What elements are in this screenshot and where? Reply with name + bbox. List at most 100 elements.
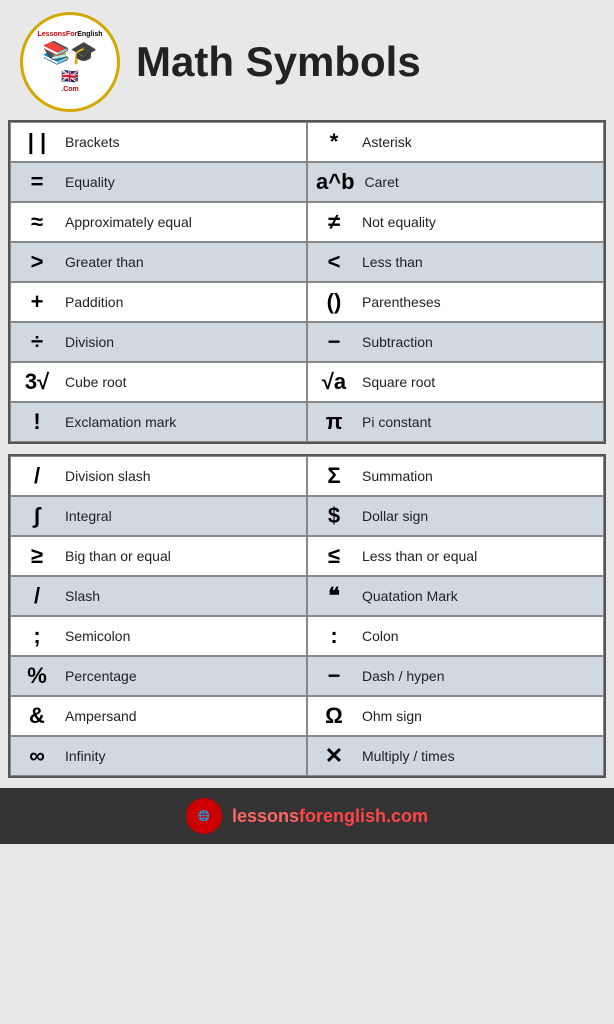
cell-symbol: > — [19, 249, 55, 275]
table-row: : Colon — [307, 616, 604, 656]
cell-label: Pi constant — [362, 413, 431, 431]
table-section-2: / Division slash Σ Summation ∫Integral$Dolla… — [8, 454, 606, 778]
cell-label: Quatation Mark — [362, 587, 458, 605]
cell-label: Division — [65, 333, 114, 351]
table-row: > Greater than — [10, 242, 307, 282]
table-row: Ω Ohm sign — [307, 696, 604, 736]
cell-label: Ampersand — [65, 707, 137, 725]
cell-symbol: < — [316, 249, 352, 275]
table-row: ❝Quatation Mark — [307, 576, 604, 616]
table-row: ; Semicolon — [10, 616, 307, 656]
cell-label: Brackets — [65, 133, 119, 151]
footer-url-suffix: forenglish.com — [299, 806, 428, 826]
table-row: −Dash / hypen — [307, 656, 604, 696]
table-row: ! Exclamation mark — [10, 402, 307, 442]
cell-label: Big than or equal — [65, 547, 171, 565]
cell-symbol: : — [316, 623, 352, 649]
cell-symbol: / — [19, 583, 55, 609]
logo-books-icon: 📚🎓 — [38, 39, 103, 68]
cell-label: Paddition — [65, 293, 123, 311]
table-row: < Less than — [307, 242, 604, 282]
cell-symbol: ≥ — [19, 543, 55, 569]
cell-symbol: − — [316, 329, 352, 355]
table-row: + Paddition — [10, 282, 307, 322]
cell-symbol: = — [19, 169, 55, 195]
table-row: / Slash — [10, 576, 307, 616]
cell-symbol: ; — [19, 623, 55, 649]
table-row: * Asterisk — [307, 122, 604, 162]
cell-label: Approximately equal — [65, 213, 192, 231]
cell-label: Cube root — [65, 373, 126, 391]
table-row: $Dollar sign — [307, 496, 604, 536]
cell-label: Subtraction — [362, 333, 433, 351]
table-row: ✕Multiply / times — [307, 736, 604, 776]
cell-symbol: ✕ — [316, 743, 352, 769]
footer-logo-icon: 🌐 — [198, 811, 210, 822]
table-row: | | Brackets — [10, 122, 307, 162]
table-row: ≈ Approximately equal — [10, 202, 307, 242]
table-row: √a Square root — [307, 362, 604, 402]
cell-label: Dash / hypen — [362, 667, 445, 685]
cell-label: Ohm sign — [362, 707, 422, 725]
cell-symbol: * — [316, 129, 352, 155]
cell-symbol: √a — [316, 369, 352, 395]
cell-symbol: & — [19, 703, 55, 729]
table-row: ≥ Big than or equal — [10, 536, 307, 576]
cell-symbol: ÷ — [19, 329, 55, 355]
table-row: ≤ Less than or equal — [307, 536, 604, 576]
cell-label: Dollar sign — [362, 507, 428, 525]
table-row: / Division slash — [10, 456, 307, 496]
logo: LessonsForEnglish 📚🎓 🇬🇧 .Com — [20, 12, 120, 112]
cell-symbol: () — [316, 289, 352, 315]
cell-symbol: ≤ — [316, 543, 352, 569]
logo-arc-bottom: .Com — [38, 85, 103, 94]
cell-label: Less than or equal — [362, 547, 477, 565]
page-title: Math Symbols — [136, 38, 421, 86]
cell-label: Slash — [65, 587, 100, 605]
cell-label: Division slash — [65, 467, 151, 485]
cell-label: Square root — [362, 373, 435, 391]
cell-label: Colon — [362, 627, 399, 645]
footer-url-prefix: lessons — [232, 806, 299, 826]
cell-label: Not equality — [362, 213, 436, 231]
footer-logo: 🌐 — [186, 798, 222, 834]
table-row: a^bCaret — [307, 162, 604, 202]
cell-label: Asterisk — [362, 133, 412, 151]
cell-symbol: | | — [19, 129, 55, 155]
cell-symbol: − — [316, 663, 352, 689]
cell-symbol: / — [19, 463, 55, 489]
cell-label: Exclamation mark — [65, 413, 176, 431]
table-row: Σ Summation — [307, 456, 604, 496]
cell-label: Percentage — [65, 667, 137, 685]
logo-flag-icon: 🇬🇧 — [38, 67, 103, 85]
table-row: ∞ Infinity — [10, 736, 307, 776]
table-row: = Equality — [10, 162, 307, 202]
table-row: % Percentage — [10, 656, 307, 696]
cell-label: Less than — [362, 253, 423, 271]
cell-symbol: Ω — [316, 703, 352, 729]
cell-label: Semicolon — [65, 627, 130, 645]
cell-label: Equality — [65, 173, 115, 191]
cell-symbol: 3√ — [19, 369, 55, 395]
table-row: ∫Integral — [10, 496, 307, 536]
cell-symbol: ≈ — [19, 209, 55, 235]
cell-symbol: ∫ — [19, 503, 55, 529]
table-row: 3√ Cube root — [10, 362, 307, 402]
cell-symbol: % — [19, 663, 55, 689]
table-row: −Subtraction — [307, 322, 604, 362]
table-section-1: | | Brackets * Asterisk = Equality a^bCaret ≈ Ap… — [8, 120, 606, 444]
cell-label: Greater than — [65, 253, 144, 271]
cell-label: Caret — [365, 173, 399, 191]
table-row: ≠Not equality — [307, 202, 604, 242]
cell-symbol: + — [19, 289, 55, 315]
table-row: π Pi constant — [307, 402, 604, 442]
cell-label: Summation — [362, 467, 433, 485]
cell-symbol: Σ — [316, 463, 352, 489]
tables-container: | | Brackets * Asterisk = Equality a^bCaret ≈ Ap… — [0, 120, 614, 778]
cell-label: Infinity — [65, 747, 105, 765]
cell-symbol: π — [316, 409, 352, 435]
cell-symbol: ∞ — [19, 743, 55, 769]
logo-arc-top: LessonsForEnglish — [38, 30, 103, 39]
cell-label: Parentheses — [362, 293, 441, 311]
cell-symbol: ! — [19, 409, 55, 435]
